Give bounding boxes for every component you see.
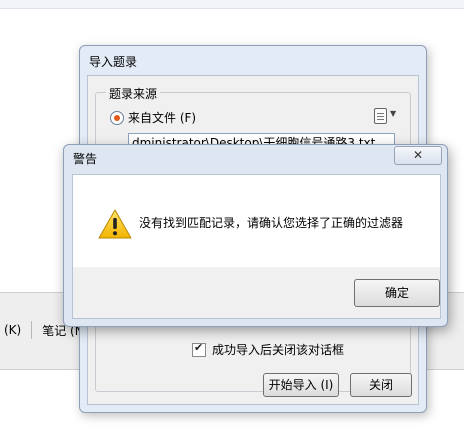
source-group-label: 题录来源: [106, 85, 161, 102]
radio-selected-dot: [114, 115, 120, 121]
close-button[interactable]: 关闭: [350, 373, 412, 397]
toolbar-item-k[interactable]: (K): [0, 323, 25, 337]
warning-icon: [98, 209, 132, 239]
from-file-label[interactable]: 来自文件 (F): [128, 109, 196, 126]
warning-message-area: 没有找到匹配记录，请确认您选择了正确的过滤器: [73, 175, 440, 267]
warning-message: 没有找到匹配记录，请确认您选择了正确的过滤器: [139, 216, 404, 230]
toolbar-separator: [31, 321, 33, 339]
close-icon[interactable]: ✕: [394, 146, 442, 165]
dropdown-arrow-icon: ▼: [390, 109, 397, 118]
ok-button[interactable]: 确定: [354, 279, 440, 307]
background-window-top: [0, 0, 464, 9]
close-on-success-row[interactable]: 成功导入后关闭该对话框: [192, 341, 344, 358]
close-on-success-label[interactable]: 成功导入后关闭该对话框: [212, 341, 344, 358]
import-dialog-title: 导入题录: [89, 55, 138, 69]
close-on-success-checkbox[interactable]: [192, 341, 206, 357]
document-icon: [374, 108, 387, 124]
warning-dialog-title: 警告: [73, 152, 98, 166]
file-options-button[interactable]: ▼: [372, 107, 400, 125]
from-file-radio[interactable]: [110, 111, 124, 125]
warning-dialog: 警告 ✕ 没有找到匹配记录，请确认您选择了正确的过滤器 确定: [63, 144, 448, 327]
start-import-button[interactable]: 开始导入 (I): [263, 373, 339, 397]
warning-dialog-body: 没有找到匹配记录，请确认您选择了正确的过滤器 确定: [72, 174, 441, 319]
